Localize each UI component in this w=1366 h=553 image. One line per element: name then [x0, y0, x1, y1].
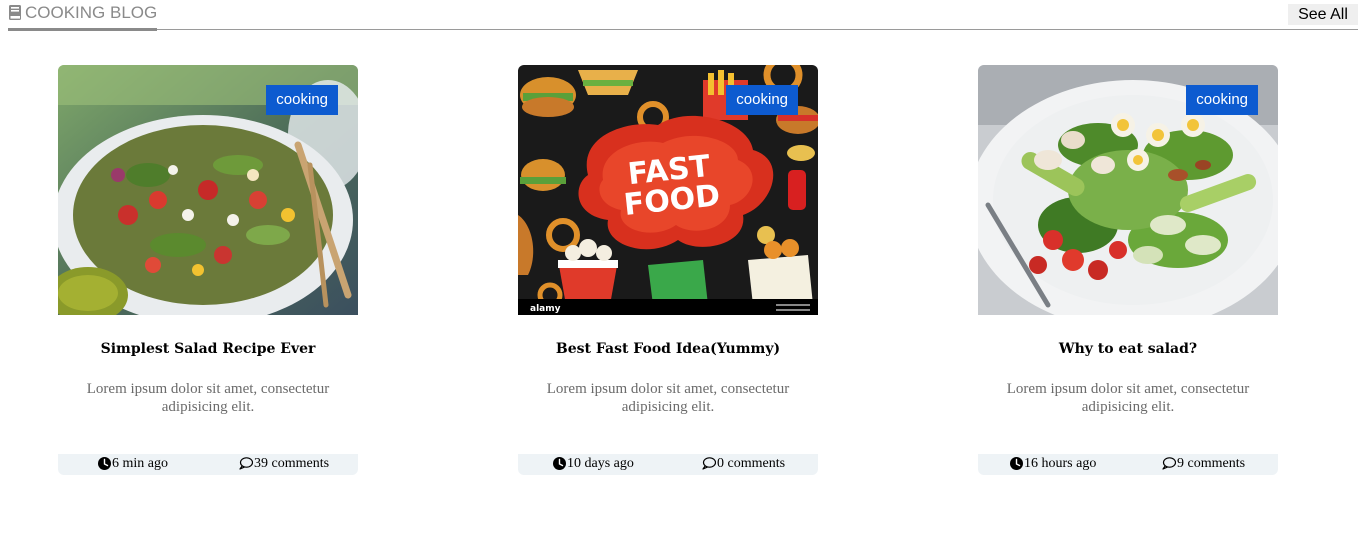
egg-salad-image[interactable]: cooking — [978, 65, 1278, 315]
fast-food-image[interactable]: FAST FOOD alamy cooking — [518, 65, 818, 315]
clock-icon — [1010, 457, 1023, 470]
time-text: 6 min ago — [112, 456, 168, 471]
comments-text: 9 comments — [1177, 456, 1246, 471]
post-title[interactable]: Best Fast Food Idea(Yummy) — [518, 340, 818, 358]
post-meta: 16 hours ago 9 comments — [978, 454, 1278, 475]
post-time: 16 hours ago — [1010, 453, 1096, 474]
blog-card[interactable]: cooking Why to eat salad? Lorem ipsum do… — [978, 65, 1278, 475]
comments-text: 39 comments — [254, 456, 330, 471]
post-meta: 6 min ago 39 comments — [58, 454, 358, 475]
post-time: 10 days ago — [553, 453, 634, 474]
comment-icon — [239, 457, 253, 470]
blog-card[interactable]: FAST FOOD alamy cooking Best Fast Food I… — [518, 65, 818, 475]
category-tag[interactable]: cooking — [266, 85, 338, 115]
post-title[interactable]: Why to eat salad? — [978, 340, 1278, 358]
clock-icon — [98, 457, 111, 470]
comments-text: 0 comments — [717, 456, 786, 471]
watermark-text: alamy — [530, 304, 561, 314]
comment-icon — [1162, 457, 1176, 470]
category-tag[interactable]: cooking — [726, 85, 798, 115]
clock-icon — [553, 457, 566, 470]
post-comments[interactable]: 0 comments — [702, 453, 785, 474]
book-icon — [9, 5, 21, 20]
time-text: 10 days ago — [567, 456, 634, 471]
section-title: COOKING BLOG — [8, 3, 158, 31]
page-title: COOKING BLOG — [25, 3, 158, 22]
see-all-button[interactable]: See All — [1288, 4, 1358, 25]
post-description: Lorem ipsum dolor sit amet, consectetur … — [1006, 381, 1250, 415]
post-description: Lorem ipsum dolor sit amet, consectetur … — [546, 381, 790, 415]
post-description: Lorem ipsum dolor sit amet, consectetur … — [86, 381, 330, 415]
post-time: 6 min ago — [98, 453, 168, 474]
post-comments[interactable]: 39 comments — [239, 453, 329, 474]
blog-card[interactable]: cooking Simplest Salad Recipe Ever Lorem… — [58, 65, 358, 475]
time-text: 16 hours ago — [1024, 456, 1097, 471]
category-tag[interactable]: cooking — [1186, 85, 1258, 115]
post-meta: 10 days ago 0 comments — [518, 454, 818, 475]
post-title[interactable]: Simplest Salad Recipe Ever — [58, 340, 358, 358]
post-comments[interactable]: 9 comments — [1162, 453, 1245, 474]
salad-bowl-image[interactable]: cooking — [58, 65, 358, 315]
comment-icon — [702, 457, 716, 470]
blog-header: COOKING BLOG See All — [8, 0, 1358, 31]
